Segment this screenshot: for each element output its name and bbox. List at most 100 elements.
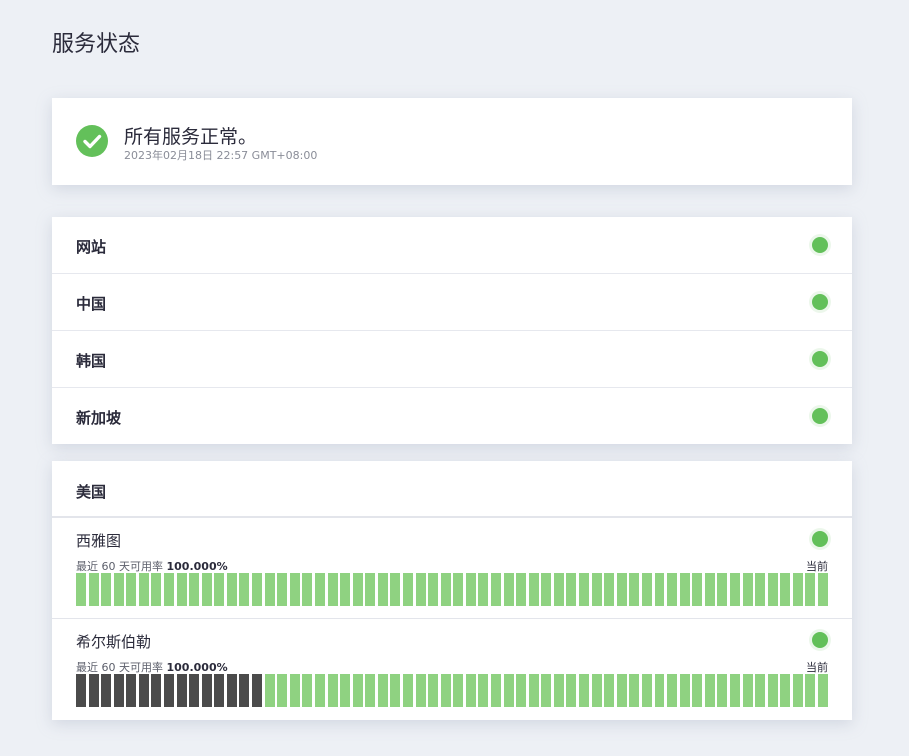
uptime-day-bar[interactable] [151, 674, 162, 707]
uptime-day-bar[interactable] [591, 674, 602, 707]
uptime-day-bar[interactable] [327, 674, 338, 707]
uptime-day-bar[interactable] [818, 674, 828, 707]
uptime-day-bar[interactable] [553, 573, 564, 606]
uptime-day-bar[interactable] [478, 674, 489, 707]
uptime-day-bar[interactable] [742, 674, 753, 707]
uptime-day-bar[interactable] [440, 674, 451, 707]
uptime-day-bar[interactable] [818, 573, 828, 606]
region-row-china[interactable]: 中国 [52, 274, 852, 331]
uptime-day-bar[interactable] [667, 573, 678, 606]
uptime-day-bar[interactable] [101, 674, 112, 707]
uptime-day-bar[interactable] [503, 573, 514, 606]
uptime-day-bar[interactable] [692, 674, 703, 707]
uptime-day-bar[interactable] [566, 573, 577, 606]
uptime-day-bar[interactable] [503, 674, 514, 707]
uptime-day-bar[interactable] [264, 674, 275, 707]
uptime-day-bar[interactable] [252, 573, 263, 606]
uptime-day-bar[interactable] [113, 674, 124, 707]
uptime-day-bar[interactable] [805, 573, 816, 606]
uptime-day-bar[interactable] [528, 573, 539, 606]
uptime-day-bar[interactable] [641, 674, 652, 707]
uptime-day-bar[interactable] [541, 674, 552, 707]
uptime-day-bar[interactable] [252, 674, 263, 707]
uptime-day-bar[interactable] [616, 674, 627, 707]
uptime-day-bar[interactable] [365, 674, 376, 707]
uptime-day-bar[interactable] [566, 674, 577, 707]
uptime-day-bar[interactable] [541, 573, 552, 606]
region-group-header[interactable]: 美国 [52, 461, 852, 518]
uptime-day-bar[interactable] [428, 674, 439, 707]
uptime-day-bar[interactable] [704, 674, 715, 707]
uptime-day-bar[interactable] [176, 674, 187, 707]
uptime-day-bar[interactable] [365, 573, 376, 606]
uptime-day-bar[interactable] [465, 674, 476, 707]
uptime-day-bar[interactable] [742, 573, 753, 606]
uptime-day-bar[interactable] [390, 674, 401, 707]
uptime-day-bar[interactable] [780, 674, 791, 707]
uptime-day-bar[interactable] [76, 573, 86, 606]
uptime-day-bar[interactable] [239, 573, 250, 606]
region-row-singapore[interactable]: 新加坡 [52, 388, 852, 445]
uptime-day-bar[interactable] [377, 573, 388, 606]
uptime-day-bar[interactable] [101, 573, 112, 606]
uptime-day-bar[interactable] [591, 573, 602, 606]
uptime-day-bar[interactable] [214, 674, 225, 707]
uptime-day-bar[interactable] [553, 674, 564, 707]
uptime-day-bar[interactable] [478, 573, 489, 606]
uptime-day-bar[interactable] [226, 573, 237, 606]
uptime-day-bar[interactable] [138, 573, 149, 606]
uptime-day-bar[interactable] [76, 674, 86, 707]
uptime-day-bar[interactable] [88, 674, 99, 707]
uptime-day-bar[interactable] [767, 573, 778, 606]
uptime-day-bar[interactable] [277, 674, 288, 707]
uptime-day-bar[interactable] [352, 573, 363, 606]
uptime-day-bar[interactable] [805, 674, 816, 707]
region-row-korea[interactable]: 韩国 [52, 331, 852, 388]
uptime-day-bar[interactable] [314, 674, 325, 707]
uptime-day-bar[interactable] [214, 573, 225, 606]
uptime-day-bar[interactable] [717, 674, 728, 707]
uptime-day-bar[interactable] [314, 573, 325, 606]
uptime-day-bar[interactable] [340, 573, 351, 606]
uptime-day-bar[interactable] [402, 674, 413, 707]
uptime-day-bar[interactable] [755, 573, 766, 606]
uptime-day-bar[interactable] [755, 674, 766, 707]
uptime-day-bar[interactable] [654, 573, 665, 606]
uptime-day-bar[interactable] [516, 573, 527, 606]
uptime-day-bar[interactable] [704, 573, 715, 606]
uptime-day-bar[interactable] [164, 674, 174, 707]
uptime-day-bar[interactable] [579, 573, 590, 606]
uptime-day-bar[interactable] [717, 573, 728, 606]
uptime-day-bar[interactable] [415, 573, 426, 606]
uptime-day-bar[interactable] [138, 674, 149, 707]
uptime-day-bar[interactable] [352, 674, 363, 707]
uptime-day-bar[interactable] [604, 674, 615, 707]
uptime-day-bar[interactable] [604, 573, 615, 606]
uptime-day-bar[interactable] [465, 573, 476, 606]
uptime-day-bar[interactable] [289, 674, 300, 707]
uptime-day-bar[interactable] [629, 573, 640, 606]
uptime-day-bar[interactable] [302, 573, 313, 606]
uptime-day-bar[interactable] [302, 674, 313, 707]
uptime-day-bar[interactable] [679, 674, 690, 707]
uptime-day-bar[interactable] [189, 573, 200, 606]
uptime-day-bar[interactable] [491, 674, 501, 707]
uptime-day-bar[interactable] [390, 573, 401, 606]
uptime-day-bar[interactable] [440, 573, 451, 606]
uptime-day-bar[interactable] [516, 674, 527, 707]
uptime-day-bar[interactable] [151, 573, 162, 606]
uptime-day-bar[interactable] [729, 573, 740, 606]
uptime-day-bar[interactable] [729, 674, 740, 707]
uptime-day-bar[interactable] [402, 573, 413, 606]
uptime-day-bar[interactable] [176, 573, 187, 606]
uptime-day-bar[interactable] [692, 573, 703, 606]
uptime-day-bar[interactable] [780, 573, 791, 606]
uptime-day-bar[interactable] [453, 573, 464, 606]
uptime-day-bar[interactable] [189, 674, 200, 707]
uptime-day-bar[interactable] [239, 674, 250, 707]
uptime-day-bar[interactable] [767, 674, 778, 707]
uptime-day-bar[interactable] [377, 674, 388, 707]
uptime-day-bar[interactable] [579, 674, 590, 707]
uptime-day-bar[interactable] [453, 674, 464, 707]
uptime-day-bar[interactable] [88, 573, 99, 606]
